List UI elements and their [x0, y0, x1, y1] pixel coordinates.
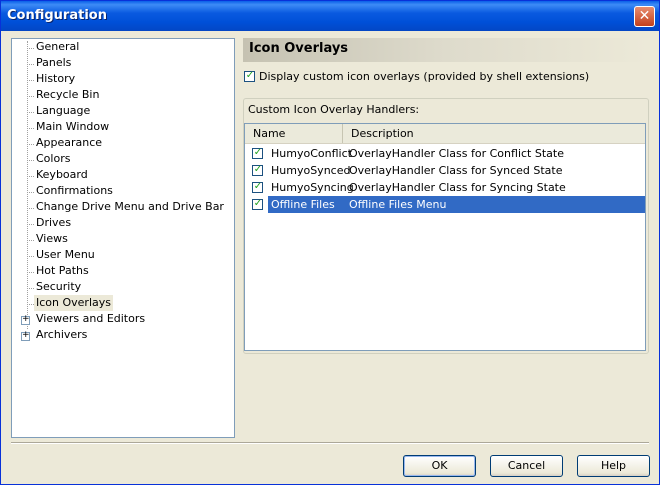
cancel-button[interactable]: Cancel	[490, 455, 563, 477]
tree-branch-line	[27, 240, 34, 241]
tree-item-main-window[interactable]: Main Window	[34, 119, 111, 135]
tree-item-icon-overlays[interactable]: Icon Overlays	[34, 295, 113, 311]
checkmark-icon: ✓	[253, 147, 263, 158]
tree-item-viewers-and-editors[interactable]: Viewers and Editors	[34, 311, 147, 327]
column-header-description[interactable]: Description	[343, 124, 645, 143]
tree-branch-line	[27, 176, 34, 177]
row-checkbox[interactable]: ✓	[252, 164, 263, 176]
row-description: Offline Files Menu	[349, 198, 447, 211]
row-description: OverlayHandler Class for Synced State	[349, 164, 563, 177]
group-label: Custom Icon Overlay Handlers:	[248, 103, 420, 116]
tree-branch-line	[27, 304, 34, 305]
tree-branch-line	[27, 48, 34, 49]
tree-item-hot-paths[interactable]: Hot Paths	[34, 263, 91, 279]
tree-branch-line	[27, 80, 34, 81]
tree-item-confirmations[interactable]: Confirmations	[34, 183, 115, 199]
tree-item-user-menu[interactable]: User Menu	[34, 247, 97, 263]
checkmark-icon: ✓	[245, 70, 255, 81]
tree-item-language[interactable]: Language	[34, 103, 92, 119]
row-checkbox[interactable]: ✓	[252, 198, 263, 210]
tree-branch-line	[27, 112, 34, 113]
tree-item-security[interactable]: Security	[34, 279, 83, 295]
tree-branch-line	[27, 208, 34, 209]
plus-icon: +	[22, 330, 30, 340]
tree-branch-line	[27, 288, 34, 289]
list-row-selected[interactable]: ✓ Offline Files Offline Files Menu	[247, 196, 645, 213]
close-button[interactable]: ✕	[634, 6, 655, 27]
display-overlays-checkbox[interactable]: ✓	[244, 70, 255, 82]
tree-item-recycle-bin[interactable]: Recycle Bin	[34, 87, 101, 103]
footer-separator	[11, 442, 649, 444]
row-name: Offline Files	[271, 198, 335, 211]
row-name: HumyoSyncing	[271, 181, 354, 194]
close-icon: ✕	[638, 8, 651, 24]
expand-archivers-button[interactable]: +	[21, 330, 30, 341]
tree-item-general[interactable]: General	[34, 39, 81, 55]
tree-connector-line	[27, 41, 28, 329]
help-button[interactable]: Help	[577, 455, 650, 477]
row-name: HumyoConflict	[271, 147, 352, 160]
checkmark-icon: ✓	[253, 181, 263, 192]
tree-item-drives[interactable]: Drives	[34, 215, 73, 231]
tree-item-appearance[interactable]: Appearance	[34, 135, 104, 151]
ok-button[interactable]: OK	[403, 455, 476, 477]
pane-header: Icon Overlays	[243, 38, 648, 62]
expand-viewers-button[interactable]: +	[21, 314, 30, 325]
window-title: Configuration	[7, 8, 107, 23]
column-header-name[interactable]: Name	[245, 124, 343, 143]
tree-item-keyboard[interactable]: Keyboard	[34, 167, 90, 183]
tree-branch-line	[27, 144, 34, 145]
row-checkbox[interactable]: ✓	[252, 181, 263, 193]
tree-branch-line	[27, 256, 34, 257]
list-header: Name Description	[245, 124, 645, 144]
tree-item-history[interactable]: History	[34, 71, 77, 87]
tree-item-panels[interactable]: Panels	[34, 55, 73, 71]
tree-branch-line	[27, 96, 34, 97]
settings-tree[interactable]: General Panels History Recycle Bin Langu…	[11, 38, 235, 438]
tree-branch-line	[27, 272, 34, 273]
row-description: OverlayHandler Class for Syncing State	[349, 181, 566, 194]
checkmark-icon: ✓	[253, 164, 263, 175]
configuration-window: Configuration ✕ General Panels History R…	[0, 0, 660, 485]
row-checkbox[interactable]: ✓	[252, 147, 263, 159]
tree-branch-line	[27, 224, 34, 225]
list-row[interactable]: ✓ HumyoConflict OverlayHandler Class for…	[247, 145, 645, 162]
list-row[interactable]: ✓ HumyoSynced OverlayHandler Class for S…	[247, 162, 645, 179]
tree-item-change-drive-menu[interactable]: Change Drive Menu and Drive Bar	[34, 199, 226, 215]
list-row[interactable]: ✓ HumyoSyncing OverlayHandler Class for …	[247, 179, 645, 196]
tree-item-colors[interactable]: Colors	[34, 151, 72, 167]
tree-branch-line	[27, 192, 34, 193]
display-overlays-label[interactable]: Display custom icon overlays (provided b…	[259, 70, 589, 83]
tree-branch-line	[27, 64, 34, 65]
page-title: Icon Overlays	[249, 41, 349, 56]
plus-icon: +	[22, 314, 30, 324]
tree-branch-line	[27, 160, 34, 161]
title-bar[interactable]: Configuration ✕	[1, 1, 659, 31]
checkmark-icon: ✓	[253, 198, 263, 209]
tree-item-archivers[interactable]: Archivers	[34, 327, 89, 343]
overlay-handlers-list[interactable]: Name Description ✓ HumyoConflict Overlay…	[244, 123, 646, 351]
row-name: HumyoSynced	[271, 164, 351, 177]
tree-item-views[interactable]: Views	[34, 231, 70, 247]
row-description: OverlayHandler Class for Conflict State	[349, 147, 564, 160]
tree-branch-line	[27, 128, 34, 129]
